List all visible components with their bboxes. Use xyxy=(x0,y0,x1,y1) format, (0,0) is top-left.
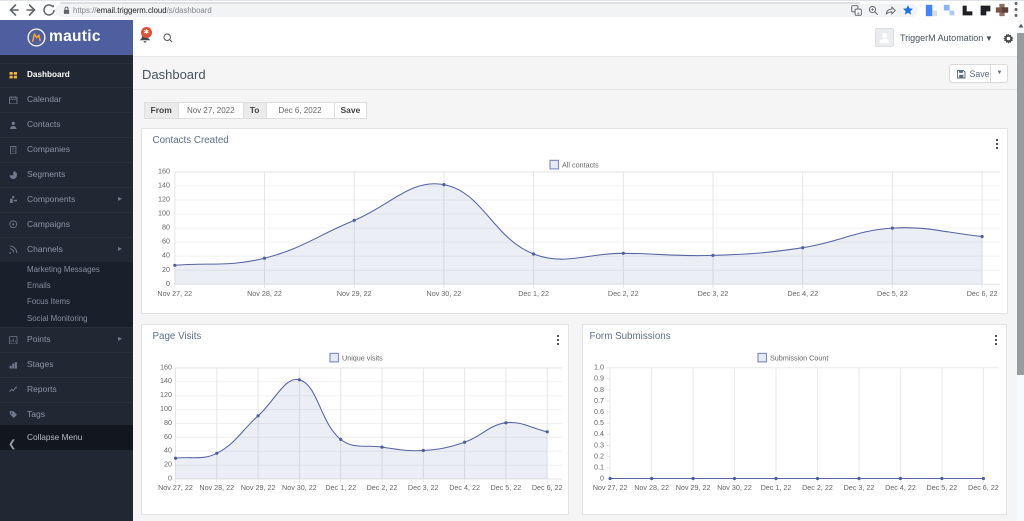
svg-text:Nov 28, 22: Nov 28, 22 xyxy=(247,289,282,298)
svg-text:80: 80 xyxy=(164,418,172,427)
svg-text:Dec 1, 22: Dec 1, 22 xyxy=(325,483,356,492)
svg-text:Nov 30, 22: Nov 30, 22 xyxy=(282,483,317,492)
svg-text:0.6: 0.6 xyxy=(594,407,604,416)
svg-text:All contacts: All contacts xyxy=(562,161,599,170)
svg-text:Dec 1, 22: Dec 1, 22 xyxy=(761,483,792,492)
svg-text:Dec 4, 22: Dec 4, 22 xyxy=(787,289,818,298)
svg-text:0.1: 0.1 xyxy=(594,463,604,472)
svg-text:0.7: 0.7 xyxy=(594,396,604,405)
svg-text:Nov 30, 22: Nov 30, 22 xyxy=(717,483,752,492)
svg-text:Nov 27, 22: Nov 27, 22 xyxy=(158,483,193,492)
svg-text:Unique visits: Unique visits xyxy=(342,354,383,363)
svg-text:Dec 2, 22: Dec 2, 22 xyxy=(802,483,833,492)
svg-text:Dec 4, 22: Dec 4, 22 xyxy=(885,483,916,492)
svg-text:Nov 27, 22: Nov 27, 22 xyxy=(593,483,628,492)
svg-text:Dec 3, 22: Dec 3, 22 xyxy=(844,483,875,492)
svg-text:Nov 29, 22: Nov 29, 22 xyxy=(337,289,372,298)
svg-text:0.3: 0.3 xyxy=(594,440,604,449)
svg-text:160: 160 xyxy=(158,167,170,176)
svg-text:80: 80 xyxy=(162,223,170,232)
svg-text:Dec 1, 22: Dec 1, 22 xyxy=(518,289,549,298)
svg-text:0.8: 0.8 xyxy=(594,385,604,394)
svg-text:Nov 28, 22: Nov 28, 22 xyxy=(199,483,234,492)
svg-text:140: 140 xyxy=(158,181,170,190)
svg-text:Dec 3, 22: Dec 3, 22 xyxy=(698,289,729,298)
svg-text:20: 20 xyxy=(164,460,172,469)
svg-text:Nov 29, 22: Nov 29, 22 xyxy=(676,483,711,492)
svg-text:Dec 5, 22: Dec 5, 22 xyxy=(877,289,908,298)
svg-text:Nov 30, 22: Nov 30, 22 xyxy=(427,289,462,298)
svg-text:100: 100 xyxy=(160,404,172,413)
svg-text:Dec 2, 22: Dec 2, 22 xyxy=(367,483,398,492)
svg-text:Nov 29, 22: Nov 29, 22 xyxy=(241,483,276,492)
svg-text:Nov 28, 22: Nov 28, 22 xyxy=(634,483,669,492)
svg-text:60: 60 xyxy=(162,237,170,246)
svg-text:Nov 27, 22: Nov 27, 22 xyxy=(157,289,192,298)
svg-text:60: 60 xyxy=(164,432,172,441)
svg-text:Submission Count: Submission Count xyxy=(770,354,828,363)
svg-text:Dec 3, 22: Dec 3, 22 xyxy=(408,483,439,492)
svg-text:0: 0 xyxy=(168,473,172,482)
svg-text:Dec 6, 22: Dec 6, 22 xyxy=(968,483,999,492)
svg-text:100: 100 xyxy=(158,209,170,218)
svg-text:20: 20 xyxy=(162,265,170,274)
svg-text:40: 40 xyxy=(164,446,172,455)
svg-text:40: 40 xyxy=(162,251,170,260)
svg-text:0.4: 0.4 xyxy=(594,429,604,438)
svg-text:120: 120 xyxy=(158,195,170,204)
svg-text:0.9: 0.9 xyxy=(594,374,604,383)
svg-text:0.2: 0.2 xyxy=(594,451,604,460)
svg-text:0.5: 0.5 xyxy=(594,418,604,427)
svg-text:Dec 6, 22: Dec 6, 22 xyxy=(967,289,998,298)
svg-text:160: 160 xyxy=(160,362,172,371)
svg-text:Dec 6, 22: Dec 6, 22 xyxy=(532,483,563,492)
svg-text:120: 120 xyxy=(160,390,172,399)
svg-text:1.0: 1.0 xyxy=(594,363,604,372)
svg-text:Dec 5, 22: Dec 5, 22 xyxy=(491,483,522,492)
svg-text:Dec 4, 22: Dec 4, 22 xyxy=(449,483,480,492)
svg-text:0: 0 xyxy=(166,279,170,288)
svg-text:0: 0 xyxy=(600,474,604,483)
svg-text:Dec 2, 22: Dec 2, 22 xyxy=(608,289,639,298)
svg-text:140: 140 xyxy=(160,376,172,385)
svg-text:Dec 5, 22: Dec 5, 22 xyxy=(927,483,958,492)
